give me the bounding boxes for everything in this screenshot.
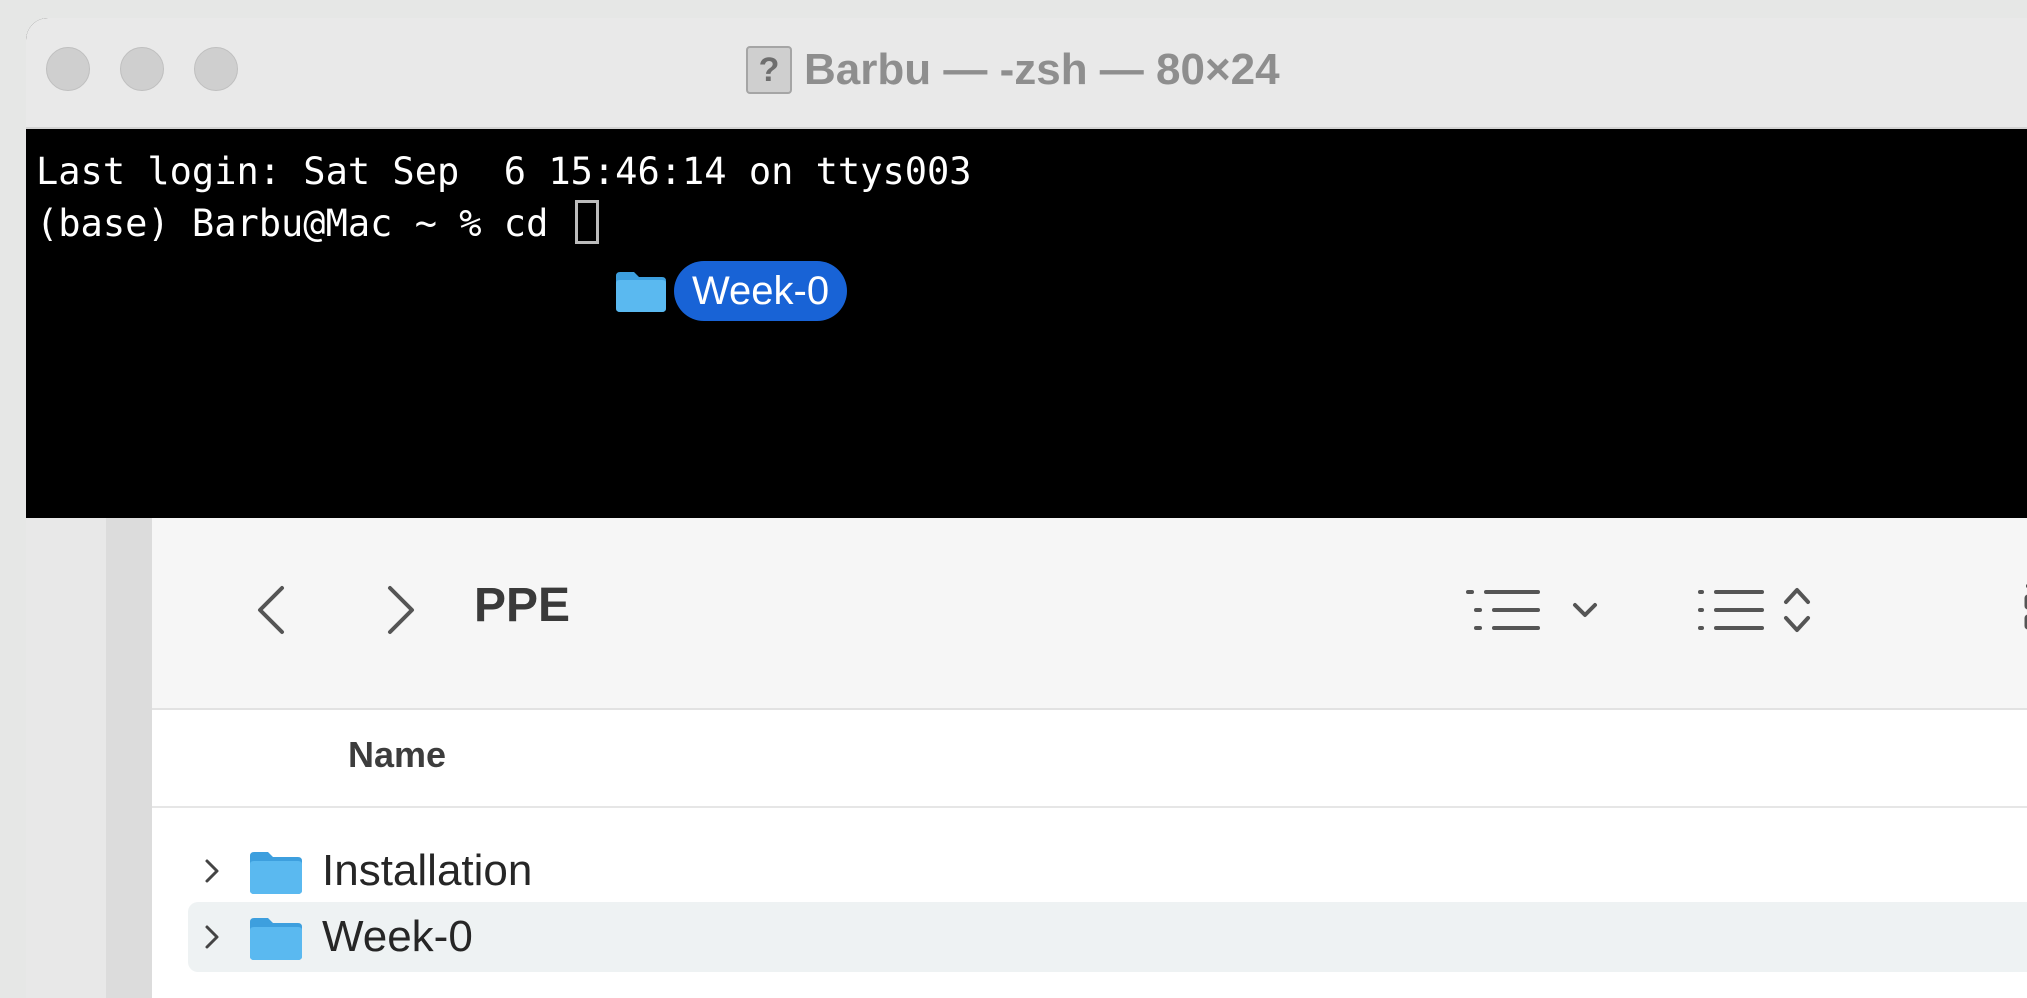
list-item[interactable]: Week-0: [188, 902, 2027, 972]
dragged-folder-item[interactable]: Week-0: [614, 261, 848, 321]
finder-window: PPE Name Installation Week-0: [26, 518, 2027, 998]
terminal-output[interactable]: Last login: Sat Sep 6 15:46:14 on ttys00…: [36, 146, 972, 250]
finder-toolbar: PPE: [152, 518, 2027, 710]
minimize-window-button[interactable]: [120, 47, 164, 91]
text-cursor: [574, 200, 599, 244]
back-button[interactable]: [252, 580, 292, 640]
disclosure-triangle-icon[interactable]: [202, 922, 222, 952]
terminal-window: ? Barbu — -zsh — 80×24 Last login: Sat S…: [26, 18, 2027, 518]
list-sort-icon[interactable]: [1696, 580, 1766, 640]
document-proxy-icon[interactable]: ?: [746, 46, 792, 94]
folder-icon: [250, 918, 302, 960]
list-column-header: Name: [152, 710, 2027, 808]
folder-icon: [616, 272, 666, 312]
disclosure-triangle-icon[interactable]: [202, 856, 222, 886]
finder-sidebar[interactable]: [26, 518, 152, 998]
item-name: Week-0: [322, 912, 473, 961]
terminal-line-prompt: (base) Barbu@Mac ~ % cd: [36, 198, 972, 250]
folder-title: PPE: [474, 579, 571, 632]
prompt-text: (base) Barbu@Mac ~ % cd: [36, 202, 571, 245]
dragged-folder-label: Week-0: [674, 261, 848, 321]
window-title: ? Barbu — -zsh — 80×24: [746, 42, 1280, 98]
chevron-up-down-icon[interactable]: [1780, 580, 1814, 640]
view-options-icon[interactable]: [2022, 580, 2027, 640]
list-item[interactable]: Installation: [188, 836, 2027, 906]
chevron-down-icon[interactable]: [1570, 580, 1600, 640]
item-name: Installation: [322, 846, 533, 895]
terminal-titlebar[interactable]: ? Barbu — -zsh — 80×24: [26, 18, 2027, 129]
sidebar-edge: [106, 518, 152, 998]
name-column-header[interactable]: Name: [348, 734, 446, 776]
terminal-line-login: Last login: Sat Sep 6 15:46:14 on ttys00…: [36, 150, 972, 193]
zoom-window-button[interactable]: [194, 47, 238, 91]
folder-icon: [250, 852, 302, 894]
close-window-button[interactable]: [46, 47, 90, 91]
window-title-text: Barbu — -zsh — 80×24: [804, 45, 1280, 94]
forward-button[interactable]: [380, 580, 420, 640]
group-by-icon[interactable]: [1464, 580, 1544, 640]
